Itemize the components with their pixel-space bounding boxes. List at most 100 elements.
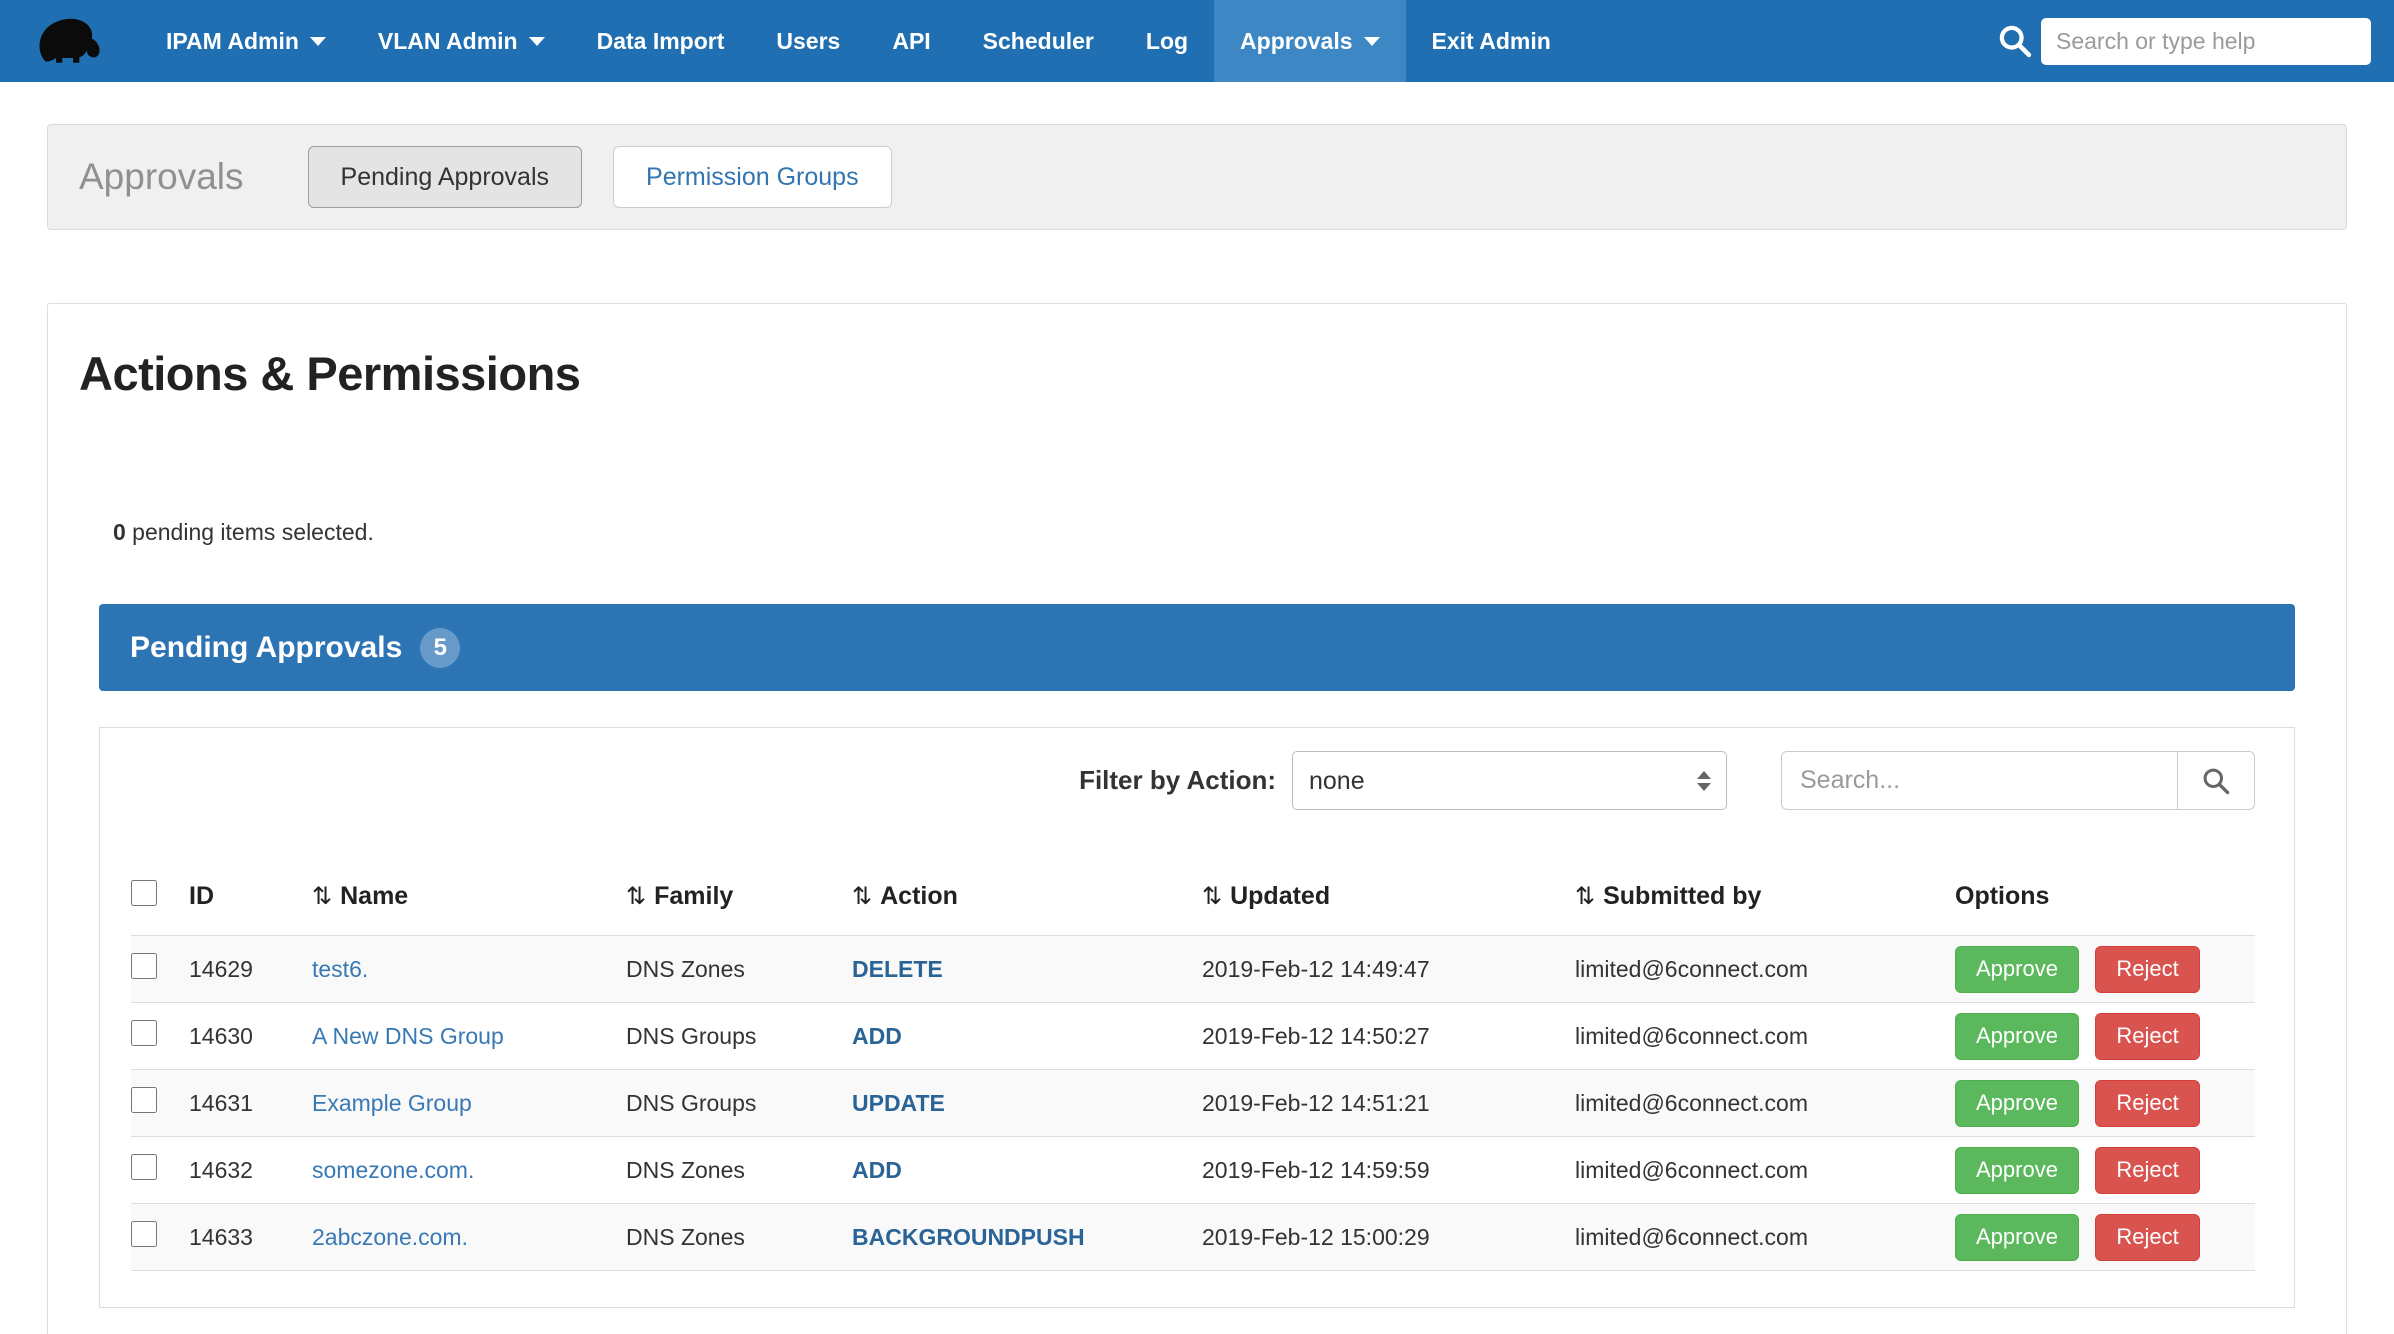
reject-button[interactable]: Reject xyxy=(2095,946,2199,993)
provision-logo[interactable] xyxy=(0,0,140,82)
cell-submitted-by: limited@6connect.com xyxy=(1575,1070,1955,1137)
cell-action: UPDATE xyxy=(852,1070,1202,1137)
cell-updated: 2019-Feb-12 14:51:21 xyxy=(1202,1070,1575,1137)
tab-pending-approvals[interactable]: Pending Approvals xyxy=(308,146,582,208)
cell-updated: 2019-Feb-12 14:50:27 xyxy=(1202,1003,1575,1070)
nav-item-approvals[interactable]: Approvals xyxy=(1214,0,1405,82)
pending-count-badge: 5 xyxy=(420,628,460,668)
nav-item-label: Log xyxy=(1146,28,1188,55)
table-search-group xyxy=(1781,751,2255,810)
chevron-down-icon xyxy=(310,37,326,46)
mammoth-logo-icon xyxy=(31,10,109,72)
nav-item-users[interactable]: Users xyxy=(750,0,866,82)
nav-item-api[interactable]: API xyxy=(866,0,956,82)
filter-by-action-label: Filter by Action: xyxy=(1079,765,1276,796)
cell-updated: 2019-Feb-12 14:59:59 xyxy=(1202,1137,1575,1204)
sort-icon: ⇅ xyxy=(312,882,332,910)
pending-approvals-title: Pending Approvals xyxy=(130,631,402,665)
nav-item-label: Scheduler xyxy=(983,28,1094,55)
row-name-link[interactable]: A New DNS Group xyxy=(312,1023,504,1049)
approve-button[interactable]: Approve xyxy=(1955,1147,2079,1194)
cell-action: ADD xyxy=(852,1003,1202,1070)
nav-item-vlan-admin[interactable]: VLAN Admin xyxy=(352,0,571,82)
top-navbar: IPAM Admin VLAN Admin Data Import Users API S… xyxy=(0,0,2394,82)
column-header-family[interactable]: ⇅Family xyxy=(626,832,852,936)
cell-id: 14631 xyxy=(189,1070,312,1137)
subheader-title: Approvals xyxy=(79,156,244,198)
row-name-link[interactable]: somezone.com. xyxy=(312,1157,474,1183)
navbar-spacer xyxy=(1577,0,1997,82)
row-checkbox[interactable] xyxy=(131,1020,157,1046)
column-header-options: Options xyxy=(1955,832,2255,936)
nav-item-label: Approvals xyxy=(1240,28,1352,55)
tab-permission-groups[interactable]: Permission Groups xyxy=(613,146,892,208)
cell-updated: 2019-Feb-12 14:49:47 xyxy=(1202,936,1575,1003)
cell-submitted-by: limited@6connect.com xyxy=(1575,936,1955,1003)
reject-button[interactable]: Reject xyxy=(2095,1214,2199,1261)
search-icon xyxy=(1997,23,2033,59)
table-row: 14632 somezone.com. DNS Zones ADD 2019-F… xyxy=(131,1137,2255,1204)
global-search-input[interactable] xyxy=(2041,18,2371,65)
nav-item-scheduler[interactable]: Scheduler xyxy=(957,0,1120,82)
nav-item-data-import[interactable]: Data Import xyxy=(571,0,751,82)
sort-icon: ⇅ xyxy=(1202,882,1222,910)
table-row: 14633 2abczone.com. DNS Zones BACKGROUND… xyxy=(131,1204,2255,1271)
sort-icon: ⇅ xyxy=(626,882,646,910)
filter-action-select[interactable]: none xyxy=(1292,751,1727,810)
row-name-link[interactable]: Example Group xyxy=(312,1090,472,1116)
selected-text: pending items selected. xyxy=(126,519,374,545)
column-header-action[interactable]: ⇅Action xyxy=(852,832,1202,936)
nav-item-label: Users xyxy=(776,28,840,55)
cell-action: BACKGROUNDPUSH xyxy=(852,1204,1202,1271)
table-row: 14630 A New DNS Group DNS Groups ADD 201… xyxy=(131,1003,2255,1070)
approve-button[interactable]: Approve xyxy=(1955,1214,2079,1261)
nav-item-label: VLAN Admin xyxy=(378,28,518,55)
cell-submitted-by: limited@6connect.com xyxy=(1575,1137,1955,1204)
nav-item-label: IPAM Admin xyxy=(166,28,299,55)
sort-icon: ⇅ xyxy=(1575,882,1595,910)
cell-id: 14629 xyxy=(189,936,312,1003)
cell-id: 14633 xyxy=(189,1204,312,1271)
cell-submitted-by: limited@6connect.com xyxy=(1575,1204,1955,1271)
navbar-menu: IPAM Admin VLAN Admin Data Import Users API S… xyxy=(140,0,1577,82)
cell-family: DNS Groups xyxy=(626,1003,852,1070)
filter-action-select-wrap: none xyxy=(1292,751,1727,810)
approve-button[interactable]: Approve xyxy=(1955,1080,2079,1127)
column-header-name[interactable]: ⇅Name xyxy=(312,832,626,936)
cell-submitted-by: limited@6connect.com xyxy=(1575,1003,1955,1070)
column-header-id[interactable]: ID xyxy=(189,832,312,936)
nav-item-log[interactable]: Log xyxy=(1120,0,1214,82)
row-checkbox[interactable] xyxy=(131,1154,157,1180)
sort-icon: ⇅ xyxy=(852,882,872,910)
table-row: 14631 Example Group DNS Groups UPDATE 20… xyxy=(131,1070,2255,1137)
approve-button[interactable]: Approve xyxy=(1955,946,2079,993)
reject-button[interactable]: Reject xyxy=(2095,1013,2199,1060)
cell-family: DNS Zones xyxy=(626,1204,852,1271)
navbar-search xyxy=(1997,0,2371,82)
approve-button[interactable]: Approve xyxy=(1955,1013,2079,1060)
table-search-button[interactable] xyxy=(2177,751,2255,810)
nav-item-ipam-admin[interactable]: IPAM Admin xyxy=(140,0,352,82)
row-name-link[interactable]: test6. xyxy=(312,956,368,982)
cell-id: 14632 xyxy=(189,1137,312,1204)
table-header-row: ID ⇅Name ⇅Family ⇅Action ⇅Updated ⇅Submi… xyxy=(131,832,2255,936)
table-search-input[interactable] xyxy=(1781,751,2177,810)
reject-button[interactable]: Reject xyxy=(2095,1080,2199,1127)
select-all-checkbox[interactable] xyxy=(131,880,157,906)
chevron-down-icon xyxy=(529,37,545,46)
column-header-updated[interactable]: ⇅Updated xyxy=(1202,832,1575,936)
row-checkbox[interactable] xyxy=(131,1087,157,1113)
selected-count: 0 xyxy=(113,519,126,545)
reject-button[interactable]: Reject xyxy=(2095,1147,2199,1194)
approvals-table-box: Filter by Action: none xyxy=(99,727,2295,1308)
row-name-link[interactable]: 2abczone.com. xyxy=(312,1224,468,1250)
table-row: 14629 test6. DNS Zones DELETE 2019-Feb-1… xyxy=(131,936,2255,1003)
column-header-submitted-by[interactable]: ⇅Submitted by xyxy=(1575,832,1955,936)
filter-row: Filter by Action: none xyxy=(131,728,2255,832)
nav-item-exit-admin[interactable]: Exit Admin xyxy=(1406,0,1577,82)
row-checkbox[interactable] xyxy=(131,1221,157,1247)
chevron-down-icon xyxy=(1364,37,1380,46)
cell-family: DNS Zones xyxy=(626,1137,852,1204)
cell-updated: 2019-Feb-12 15:00:29 xyxy=(1202,1204,1575,1271)
row-checkbox[interactable] xyxy=(131,953,157,979)
